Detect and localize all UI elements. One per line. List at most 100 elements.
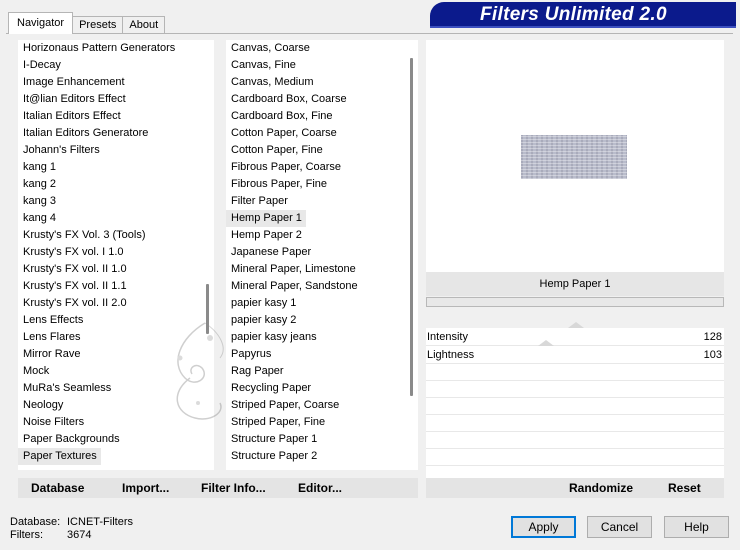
filter-info-button[interactable]: Filter Info...: [201, 481, 266, 495]
filter-list-item-label: papier kasy 1: [231, 297, 297, 309]
filter-list-item[interactable]: Hemp Paper 2: [226, 227, 418, 244]
param-lightness-value: 103: [703, 349, 722, 361]
filter-list-item[interactable]: Hemp Paper 1: [226, 210, 418, 227]
category-list-item[interactable]: Krusty's FX vol. I 1.0: [18, 244, 214, 261]
filter-list-item-label: Canvas, Coarse: [231, 42, 310, 54]
category-list-item-label: Krusty's FX vol. II 1.0: [23, 263, 127, 275]
database-button[interactable]: Database: [31, 481, 84, 495]
filter-list-item-label: Hemp Paper 1: [226, 210, 306, 227]
tab-strip: Navigator Presets About: [8, 12, 166, 34]
filter-list-item[interactable]: Structure Paper 2: [226, 448, 418, 465]
category-list-item-label: Krusty's FX vol. II 2.0: [23, 297, 127, 309]
filter-list-item[interactable]: Cardboard Box, Coarse: [226, 91, 418, 108]
filter-list-item[interactable]: Mineral Paper, Limestone: [226, 261, 418, 278]
param-slot: [426, 398, 724, 415]
category-list-item[interactable]: kang 1: [18, 159, 214, 176]
category-list-item-label: Krusty's FX Vol. 3 (Tools): [23, 229, 146, 241]
category-list-item-label: It@lian Editors Effect: [23, 93, 126, 105]
filter-list-item-label: Hemp Paper 2: [231, 229, 302, 241]
category-list-item[interactable]: It@lian Editors Effect: [18, 91, 214, 108]
import-button[interactable]: Import...: [122, 481, 169, 495]
filter-list-item[interactable]: Canvas, Fine: [226, 57, 418, 74]
filter-list-item-label: Fibrous Paper, Fine: [231, 178, 327, 190]
randomize-button[interactable]: Randomize: [569, 481, 633, 495]
filter-list-item[interactable]: Cotton Paper, Coarse: [226, 125, 418, 142]
filter-list-item-label: Cardboard Box, Coarse: [231, 93, 347, 105]
param-slot: [426, 415, 724, 432]
cancel-button[interactable]: Cancel: [587, 516, 652, 538]
param-slot: [426, 381, 724, 398]
filter-list-item-label: Canvas, Fine: [231, 59, 296, 71]
filter-list-item-label: Structure Paper 2: [231, 450, 318, 462]
category-list-item[interactable]: Krusty's FX vol. II 1.0: [18, 261, 214, 278]
filter-list-item[interactable]: Cardboard Box, Fine: [226, 108, 418, 125]
title-banner: Filters Unlimited 2.0: [430, 2, 736, 26]
filter-list-item[interactable]: Canvas, Coarse: [226, 40, 418, 57]
category-list-item[interactable]: Krusty's FX vol. II 2.0: [18, 295, 214, 312]
filter-list-item-label: Cardboard Box, Fine: [231, 110, 333, 122]
filter-list-item-label: Fibrous Paper, Coarse: [231, 161, 342, 173]
filter-list-item-label: Mineral Paper, Limestone: [231, 263, 356, 275]
filter-list-item[interactable]: Fibrous Paper, Fine: [226, 176, 418, 193]
apply-button[interactable]: Apply: [511, 516, 576, 538]
filter-scrollbar-thumb[interactable]: [410, 58, 413, 396]
editor-button[interactable]: Editor...: [298, 481, 342, 495]
category-list-item-label: Krusty's FX vol. I 1.0: [23, 246, 124, 258]
param-slot: [426, 449, 724, 466]
category-list-item[interactable]: Johann's Filters: [18, 142, 214, 159]
param-lightness[interactable]: Lightness 103: [426, 340, 724, 364]
tab-about[interactable]: About: [122, 16, 166, 34]
category-list-item[interactable]: Image Enhancement: [18, 74, 214, 91]
left-button-bar: Database Import... Filter Info... Editor…: [18, 478, 418, 498]
category-list-item[interactable]: kang 2: [18, 176, 214, 193]
param-intensity-label: Intensity: [427, 331, 468, 343]
database-value: ICNET-Filters: [67, 516, 133, 528]
filter-list-item[interactable]: Canvas, Medium: [226, 74, 418, 91]
lightness-slider-handle[interactable]: [538, 340, 555, 346]
tab-navigator[interactable]: Navigator: [8, 12, 74, 34]
category-list-item[interactable]: Italian Editors Generatore: [18, 125, 214, 142]
preview-image: [521, 135, 627, 179]
filter-list-item-label: Cotton Paper, Coarse: [231, 127, 337, 139]
filter-list-item[interactable]: Fibrous Paper, Coarse: [226, 159, 418, 176]
filter-list-item[interactable]: Cotton Paper, Fine: [226, 142, 418, 159]
preview-panel: [426, 40, 724, 272]
flourish-watermark-icon: [176, 322, 224, 420]
param-intensity[interactable]: Intensity 128: [426, 322, 724, 346]
filter-list-item[interactable]: Japanese Paper: [226, 244, 418, 261]
category-list-item[interactable]: Horizonaus Pattern Generators: [18, 40, 214, 57]
filters-count-value: 3674: [67, 529, 92, 541]
filter-list-item[interactable]: Filter Paper: [226, 193, 418, 210]
category-list-item[interactable]: Paper Textures: [18, 448, 214, 465]
intensity-slider-handle[interactable]: [567, 322, 584, 328]
param-slot: [426, 364, 724, 381]
category-list-item-label: kang 3: [23, 195, 57, 207]
category-list-item[interactable]: Paper Backgrounds: [18, 431, 214, 448]
category-list-item-label: Paper Textures: [18, 448, 101, 465]
category-list-item-label: Horizonaus Pattern Generators: [23, 42, 176, 54]
reset-button[interactable]: Reset: [668, 481, 701, 495]
category-list-item[interactable]: Krusty's FX Vol. 3 (Tools): [18, 227, 214, 244]
filter-list-item[interactable]: papier kasy 1: [226, 295, 418, 312]
category-list-item[interactable]: Italian Editors Effect: [18, 108, 214, 125]
category-list-item[interactable]: I-Decay: [18, 57, 214, 74]
status-area: Database: ICNET-Filters Filters: 3674: [10, 516, 133, 542]
filter-list-item-label: Structure Paper 1: [231, 433, 318, 445]
category-list-item[interactable]: kang 3: [18, 193, 214, 210]
category-list-item-label: Image Enhancement: [23, 76, 125, 88]
category-list-item-label: Johann's Filters: [23, 144, 100, 156]
category-list-item-label: Italian Editors Generatore: [23, 127, 149, 139]
category-list-item[interactable]: kang 4: [18, 210, 214, 227]
filter-scrollbar[interactable]: [405, 40, 418, 470]
filters-count-label: Filters:: [10, 529, 43, 541]
right-button-bar: Randomize Reset: [426, 478, 724, 498]
filter-list-item[interactable]: Structure Paper 1: [226, 431, 418, 448]
category-list-item-label: kang 2: [23, 178, 57, 190]
category-list-item-label: Paper Backgrounds: [23, 433, 120, 445]
param-slot: [426, 432, 724, 449]
progress-bar: [426, 297, 724, 307]
help-button[interactable]: Help: [664, 516, 729, 538]
filter-list-item[interactable]: Mineral Paper, Sandstone: [226, 278, 418, 295]
tab-presets[interactable]: Presets: [72, 16, 124, 34]
category-list-item[interactable]: Krusty's FX vol. II 1.1: [18, 278, 214, 295]
